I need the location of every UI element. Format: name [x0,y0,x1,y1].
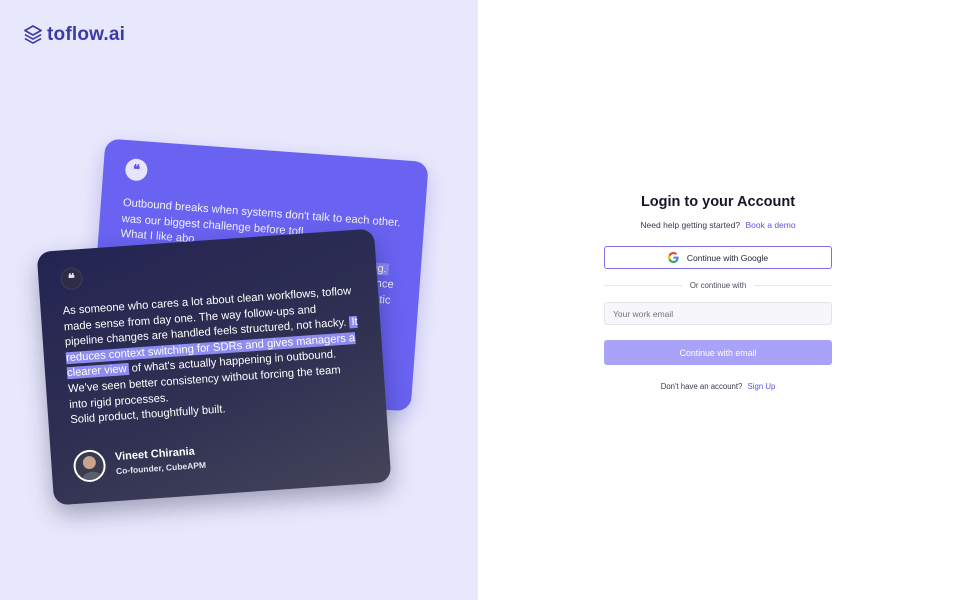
signup-prompt: Don't have an account? Sign Up [604,382,832,391]
brand-name: toflow.ai [47,24,126,45]
help-text: Need help getting started? Book a demo [604,220,832,230]
author-role: Co-founder, CubeAPM [115,460,207,477]
brand-logo[interactable]: toflow.ai [24,24,125,46]
divider-line [754,285,832,286]
or-divider: Or continue with [604,281,832,290]
email-field[interactable] [604,302,832,325]
quote-icon: ❝ [124,158,149,182]
google-icon [667,252,679,263]
continue-with-email-button[interactable]: Continue with email [604,340,832,365]
avatar [72,448,107,483]
divider-label: Or continue with [689,281,747,290]
book-demo-link[interactable]: Book a demo [746,220,796,230]
testimonial-front-text: As someone who cares a lot about clean w… [62,284,364,429]
help-label: Need help getting started? [640,220,741,230]
login-form: Login to your Account Need help getting … [604,194,832,391]
quote-icon: ❝ [59,266,84,291]
divider-line [604,285,682,286]
logo-icon [24,25,42,44]
signup-label: Don't have an account? [660,382,743,391]
sign-up-link[interactable]: Sign Up [748,382,776,391]
testimonial-panel: toflow.ai ❝ Outbound breaks when systems… [0,0,478,600]
login-panel: Login to your Account Need help getting … [478,0,957,600]
testimonial-author: Vineet Chirania Co-founder, CubeAPM [72,430,369,483]
page-title: Login to your Account [640,194,796,210]
google-button-label: Continue with Google [686,252,769,263]
continue-with-google-button[interactable]: Continue with Google [604,246,832,269]
login-page: toflow.ai ❝ Outbound breaks when systems… [0,0,957,600]
testimonial-card-front: ❝ As someone who cares a lot about clean… [36,228,392,506]
